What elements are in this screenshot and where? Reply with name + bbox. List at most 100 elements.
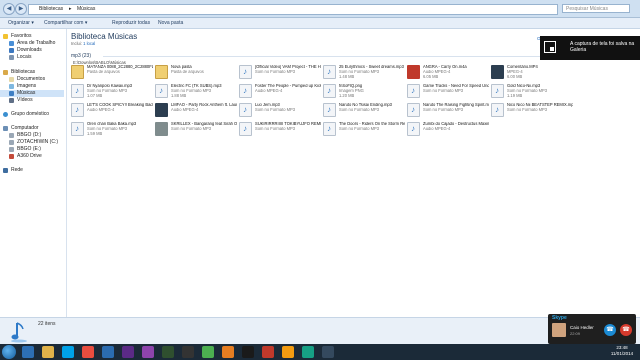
accept-call-icon[interactable]: ☎ <box>604 324 616 336</box>
file-item[interactable]: SKRILLEX - Bangarang feat Sirah Official… <box>155 122 237 139</box>
file-item[interactable]: Nico Nico Nii BEATSTEP REMIX.mp3Som no F… <box>491 103 573 120</box>
file-item[interactable]: Zumbi do Cajado - Destructus Maximus (CO… <box>407 122 489 139</box>
share-button[interactable]: Compartilhar com ▾ <box>44 20 87 26</box>
music-file-icon <box>491 84 504 98</box>
nav-drive-d[interactable]: BBGO (D:) <box>0 132 64 139</box>
nav-libraries[interactable]: Bibliotecas <box>0 69 64 76</box>
ie-icon[interactable] <box>22 346 34 358</box>
file-item[interactable]: fnSoFIQ.pngImagem PNG1.20 MB <box>323 84 405 101</box>
taskbar: 23:48 11/01/2014 <box>0 344 640 360</box>
file-item[interactable]: Comentário.MP4 MPEG-4 6.00 MB <box>491 65 573 82</box>
library-includes: Inclui: 1 local <box>71 41 95 46</box>
includes-locations-link[interactable]: 1 local <box>83 41 95 46</box>
item-count: 22 itens <box>38 321 56 327</box>
nav-drive-e[interactable]: BBGO (E:) <box>0 146 64 153</box>
skype-icon[interactable] <box>62 346 74 358</box>
decline-call-icon[interactable]: ☎ <box>620 324 632 336</box>
nav-label: BBGO (E:) <box>17 146 41 152</box>
app-icon[interactable] <box>322 346 334 358</box>
search-input[interactable]: Pesquisar Músicas <box>562 4 630 13</box>
explorer-icon[interactable] <box>42 346 54 358</box>
file-size: 1.07 MB <box>87 94 103 98</box>
music-file-icon <box>323 122 336 136</box>
command-bar: Organizar ▾ Compartilhar com ▾ Reproduzi… <box>0 18 640 29</box>
file-name: Dr Nyanpolo Kawaii.mp3 <box>87 84 133 88</box>
file-type: MPEG-4 <box>507 70 523 74</box>
back-arrow-icon[interactable]: ◀ <box>3 3 15 15</box>
nav-computer[interactable]: Computador <box>0 125 64 132</box>
file-item[interactable]: Dr Nyanpolo Kawaii.mp3Som no Formato MP3… <box>71 84 153 101</box>
nav-desktop[interactable]: Área de Trabalho <box>0 40 64 47</box>
file-item[interactable]: LET'S COOK SPICY!! Breaking Bad Parody _… <box>71 103 153 120</box>
file-item[interactable]: SUKIRIRRRIIIII TOKIBYUJFO REMIX(GGJ MAD)… <box>239 122 321 139</box>
file-type: Áudio MPEG-4 <box>87 108 115 112</box>
caller-name: Caio Hedler <box>570 325 594 330</box>
file-item[interactable]: The Doors - Riders On the Storm Remaster… <box>323 122 405 139</box>
breadcrumb-separator-icon: ▸ <box>69 6 72 12</box>
nav-images[interactable]: Imagens <box>0 83 64 90</box>
file-item[interactable]: Gold Nico-Nii.mp3Som no Formato MP31.19 … <box>491 84 573 101</box>
system-tray[interactable] <box>560 346 604 358</box>
file-item[interactable]: Naruto No Tsisai Ending.mp3Som no Format… <box>323 103 405 120</box>
nav-favorites[interactable]: Favoritos <box>0 33 64 40</box>
game-icon[interactable] <box>242 346 254 358</box>
file-item[interactable]: Foster The People - Pumped up Kicks.m4aÁ… <box>239 84 321 101</box>
file-item[interactable]: Oren chan Baka Baka.mp3Som no Formato MP… <box>71 122 153 139</box>
file-type: Som no Formato MP3 <box>507 108 548 112</box>
app-icon[interactable] <box>162 346 174 358</box>
file-item[interactable]: LMFAO - Party Rock Anthem ft. Lauren Ben… <box>155 103 237 120</box>
file-item[interactable]: 25 Eurythmics - Sweet dreams.mp3Som no F… <box>323 65 405 82</box>
videos-icon <box>9 98 14 103</box>
desktop-icon <box>9 41 14 46</box>
nav-label: Documentos <box>17 76 46 82</box>
app-icon[interactable] <box>302 346 314 358</box>
clock[interactable]: 23:48 11/01/2014 <box>607 345 637 357</box>
file-item[interactable]: Luo Jem.mp3Som no Formato MP3 <box>239 103 321 120</box>
new-folder-button[interactable]: Nova pasta <box>158 20 183 26</box>
organize-button[interactable]: Organizar ▾ <box>8 20 34 26</box>
file-item[interactable]: Electric FC (TK SUBS).mp3Som no Formato … <box>155 84 237 101</box>
address-field[interactable]: Bibliotecas ▸ Músicas <box>28 4 558 15</box>
file-item[interactable]: ANGRA - Carry On.m4a Áudio MPEG-4 6.05 MB <box>407 65 489 82</box>
avatar <box>552 323 566 337</box>
app-icon[interactable] <box>262 346 274 358</box>
file-type: Pasta de arquivos <box>171 70 204 74</box>
nav-downloads[interactable]: Downloads <box>0 47 64 54</box>
album-art-thumbnail <box>155 103 168 117</box>
star-icon <box>3 34 8 39</box>
file-item[interactable]: Game Tracks - Need For Speed Underground… <box>407 84 489 101</box>
app-icon[interactable] <box>282 346 294 358</box>
file-item[interactable]: [Official Video] VAM Project - THE HEROS… <box>239 65 321 82</box>
nav-music[interactable]: Músicas <box>0 90 64 97</box>
toast-text: A captura de tela foi salva na Galeria <box>570 41 635 53</box>
nav-recent[interactable]: Locais <box>0 54 64 61</box>
breadcrumb-libraries[interactable]: Bibliotecas <box>39 6 63 12</box>
start-button[interactable] <box>2 345 16 359</box>
nav-documents[interactable]: Documentos <box>0 76 64 83</box>
group-header[interactable]: mp3 (23) <box>71 53 91 59</box>
file-name: [Official Video] VAM Project - THE HEROS… <box>255 65 321 69</box>
chrome-icon[interactable] <box>202 346 214 358</box>
screenshot-toast[interactable]: A captura de tela foi salva na Galeria <box>540 36 640 60</box>
photoshop-icon[interactable] <box>102 346 114 358</box>
file-type: Som no Formato MP3 <box>339 108 380 112</box>
nav-homegroup[interactable]: Grupo doméstico <box>0 111 64 118</box>
forward-arrow-icon[interactable]: ▶ <box>15 3 27 15</box>
file-item[interactable]: Naruto The Raising Fighting Spirit.mp3So… <box>407 103 489 120</box>
file-item[interactable]: Nova pasta Pasta de arquivos <box>155 65 237 82</box>
file-name: Comentário.MP4 <box>507 65 538 69</box>
nav-videos[interactable]: Vídeos <box>0 97 64 104</box>
steam-icon[interactable] <box>182 346 194 358</box>
premiere-icon[interactable] <box>122 346 134 358</box>
play-all-button[interactable]: Reproduzir todas <box>112 20 150 26</box>
album-art-thumbnail <box>407 65 420 79</box>
breadcrumb-music[interactable]: Músicas <box>77 6 95 12</box>
nav-drive-c[interactable]: ZOTACHIWIN (C:) <box>0 139 64 146</box>
navigation-pane: Favoritos Área de Trabalho Downloads Loc… <box>0 29 67 317</box>
premiere-pro-icon[interactable] <box>142 346 154 358</box>
file-item[interactable]: MATANZA 0088_2C2880_2C2880FLAC_2Pasta de… <box>71 65 153 82</box>
nav-drive-a[interactable]: A360 Drive <box>0 153 64 160</box>
media-icon[interactable] <box>222 346 234 358</box>
nav-network[interactable]: Rede <box>0 167 64 174</box>
media-player-icon[interactable] <box>82 346 94 358</box>
